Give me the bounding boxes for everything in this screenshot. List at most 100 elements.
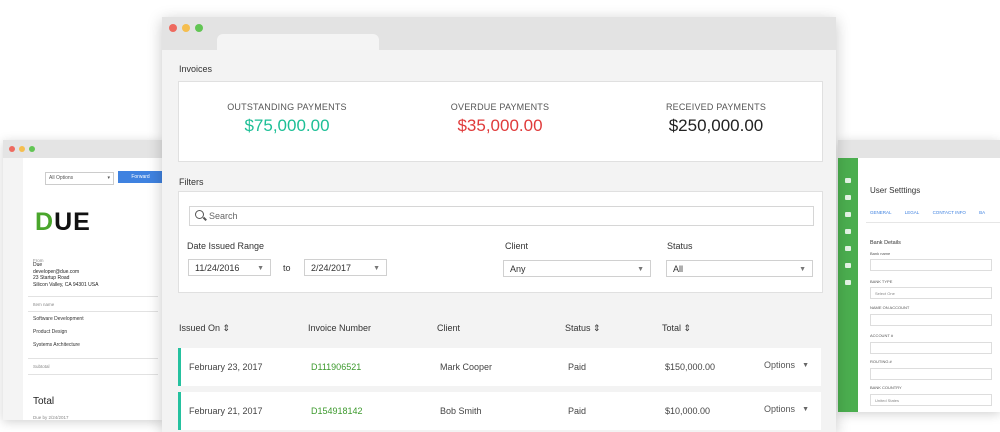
sender-city: Silicon Valley, CA 94301 USA xyxy=(33,281,99,288)
issued-date: February 23, 2017 xyxy=(189,362,263,372)
minimize-dot-icon[interactable] xyxy=(182,24,190,32)
date-from-value: 11/24/2016 xyxy=(195,263,240,273)
issued-date: February 21, 2017 xyxy=(189,406,263,416)
account-number-input[interactable] xyxy=(870,342,992,354)
status-select[interactable]: All ▼ xyxy=(666,260,813,277)
status-text: Paid xyxy=(568,406,587,416)
account-name-input[interactable] xyxy=(870,314,992,326)
maximize-dot-icon[interactable] xyxy=(29,146,35,152)
col-invoice-number: Invoice Number xyxy=(308,323,372,333)
client-select[interactable]: Any ▼ xyxy=(503,260,651,277)
forward-button[interactable]: Forward xyxy=(118,171,163,183)
close-dot-icon[interactable] xyxy=(9,146,15,152)
main-window-chrome xyxy=(162,17,836,50)
invoices-window: Invoices OUTSTANDING PAYMENTS $75,000.00… xyxy=(162,17,836,432)
invoice-preview: All Options ▾ Forward DUE From Due develo… xyxy=(23,158,163,420)
tab-legal[interactable]: LEGAL xyxy=(905,210,920,215)
chevron-down-icon: ▾ xyxy=(107,175,110,181)
field-value: Select One xyxy=(875,291,895,296)
chevron-down-icon[interactable]: ▼ xyxy=(802,406,809,413)
field-label: ROUTING # xyxy=(870,359,892,364)
browser-tab[interactable] xyxy=(217,34,379,50)
client-name: Bob Smith xyxy=(440,406,482,416)
col-client: Client xyxy=(437,323,461,333)
due-date-label: Due by 2/24/2017 xyxy=(33,415,69,420)
divider xyxy=(28,358,158,359)
total-amount: $150,000.00 xyxy=(665,362,716,372)
line-item: Product Design xyxy=(33,329,68,335)
bank-country-select[interactable]: United States xyxy=(870,394,992,406)
col-total[interactable]: Total ⇕ xyxy=(662,323,691,334)
field-label: BANK TYPE xyxy=(870,279,893,284)
app-sidebar xyxy=(838,158,858,412)
maximize-dot-icon[interactable] xyxy=(195,24,203,32)
summary-value: $75,000.00 xyxy=(244,116,330,135)
invoices-heading: Invoices xyxy=(179,64,213,74)
options-select[interactable]: All Options ▾ xyxy=(45,172,114,185)
summary-value: $250,000.00 xyxy=(668,116,764,135)
status-value: All xyxy=(673,264,684,274)
status-label: Status xyxy=(667,241,693,251)
invoice-number-link[interactable]: D111906521 xyxy=(311,362,361,372)
sender-address: Due developer@due.com 23 Startup Road Si… xyxy=(33,262,98,288)
tab-general[interactable]: GENERAL xyxy=(870,210,892,215)
bank-type-select[interactable]: Select One xyxy=(870,287,992,299)
field-label: ACCOUNT # xyxy=(870,333,894,338)
client-label: Client xyxy=(505,241,529,251)
search-field[interactable] xyxy=(189,206,814,226)
total-label: Total xyxy=(33,396,55,407)
filters-heading: Filters xyxy=(179,177,204,187)
search-input[interactable] xyxy=(209,209,799,222)
user-settings-panel: User Setttings GENERAL LEGAL CONTACT INF… xyxy=(858,158,1000,412)
bank-name-input[interactable] xyxy=(870,259,992,271)
invoice-preview-window: All Options ▾ Forward DUE From Due develo… xyxy=(3,140,163,420)
subtotal-label: Subtotal xyxy=(33,364,50,369)
date-range-label: Date Issued Range xyxy=(187,241,265,251)
tab-contact-info[interactable]: CONTACT INFO xyxy=(933,210,966,215)
items-header: Item name xyxy=(33,302,55,307)
date-to-select[interactable]: 2/24/2017 ▼ xyxy=(304,259,387,276)
minimize-dot-icon[interactable] xyxy=(19,146,25,152)
time-icon[interactable] xyxy=(845,229,851,234)
outstanding-payments: OUTSTANDING PAYMENTS $75,000.00 xyxy=(187,102,387,136)
field-value: United States xyxy=(875,398,900,403)
table-row[interactable]: February 21, 2017 D154918142 Bob Smith P… xyxy=(178,392,821,430)
user-settings-window: User Setttings GENERAL LEGAL CONTACT INF… xyxy=(838,140,1000,412)
dashboard-icon[interactable] xyxy=(845,178,851,183)
filters-card: Date Issued Range 11/24/2016 ▼ to 2/24/20… xyxy=(178,191,823,293)
close-dot-icon[interactable] xyxy=(169,24,177,32)
settings-title: User Setttings xyxy=(870,186,921,195)
chevron-down-icon[interactable]: ▼ xyxy=(802,362,809,369)
col-status[interactable]: Status ⇕ xyxy=(565,323,601,334)
reports-icon[interactable] xyxy=(845,263,851,268)
routing-number-input[interactable] xyxy=(870,368,992,380)
settings-icon[interactable] xyxy=(845,280,851,285)
field-label: Bank name xyxy=(870,251,891,256)
divider xyxy=(866,222,1000,223)
tab-bank[interactable]: BA xyxy=(979,210,985,215)
search-icon xyxy=(195,210,204,219)
invoices-icon[interactable] xyxy=(845,195,851,200)
options-button[interactable]: Options xyxy=(764,404,795,414)
invoice-number-link[interactable]: D154918142 xyxy=(311,406,363,416)
divider xyxy=(28,296,158,297)
options-select-value: All Options xyxy=(49,175,74,181)
summary-value: $35,000.00 xyxy=(457,116,543,135)
date-from-select[interactable]: 11/24/2016 ▼ xyxy=(188,259,271,276)
settings-tabs: GENERAL LEGAL CONTACT INFO BA xyxy=(870,210,997,215)
received-payments: RECEIVED PAYMENTS $250,000.00 xyxy=(616,102,816,136)
summary-label: RECEIVED PAYMENTS xyxy=(665,102,767,112)
chevron-down-icon: ▼ xyxy=(799,266,806,273)
due-logo: DUE xyxy=(35,208,91,236)
options-button[interactable]: Options xyxy=(764,360,795,370)
summary-label: OUTSTANDING PAYMENTS xyxy=(227,102,347,112)
chevron-down-icon: ▼ xyxy=(257,265,264,272)
col-issued-on[interactable]: Issued On ⇕ xyxy=(179,323,230,334)
payments-icon[interactable] xyxy=(845,246,851,251)
field-label: BANK COUNTRY xyxy=(870,385,902,390)
table-row[interactable]: February 23, 2017 D111906521 Mark Cooper… xyxy=(178,348,821,386)
payments-summary-card: OUTSTANDING PAYMENTS $75,000.00 OVERDUE … xyxy=(178,81,823,162)
line-item: Systems Architecture xyxy=(33,342,80,348)
clients-icon[interactable] xyxy=(845,212,851,217)
to-label: to xyxy=(283,263,291,273)
